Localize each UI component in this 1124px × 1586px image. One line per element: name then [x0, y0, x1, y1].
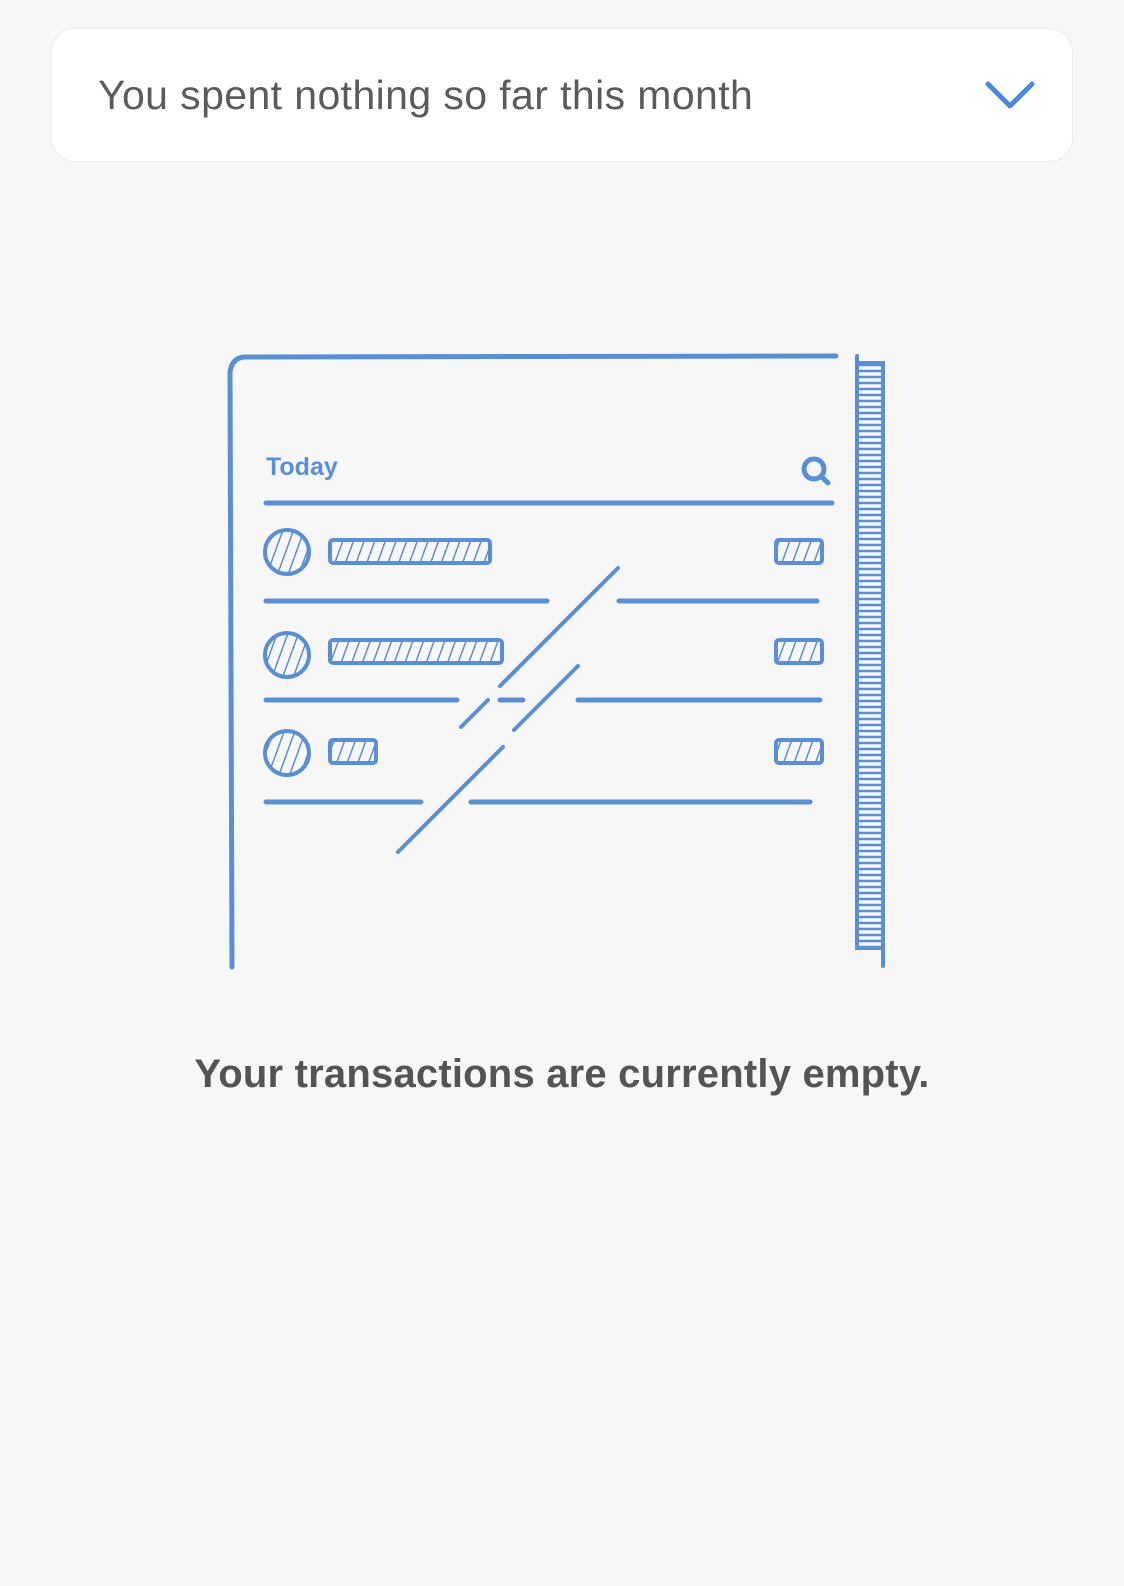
chevron-down-icon[interactable] [984, 69, 1036, 121]
search-icon [801, 456, 831, 486]
empty-state-message: Your transactions are currently empty. [194, 1052, 930, 1096]
empty-transactions-illustration: Today [220, 350, 900, 980]
monthly-spending-text: You spent nothing so far this month [98, 71, 754, 118]
monthly-spending-summary[interactable]: You spent nothing so far this month [51, 28, 1073, 162]
illustration-today-label: Today [266, 453, 338, 481]
